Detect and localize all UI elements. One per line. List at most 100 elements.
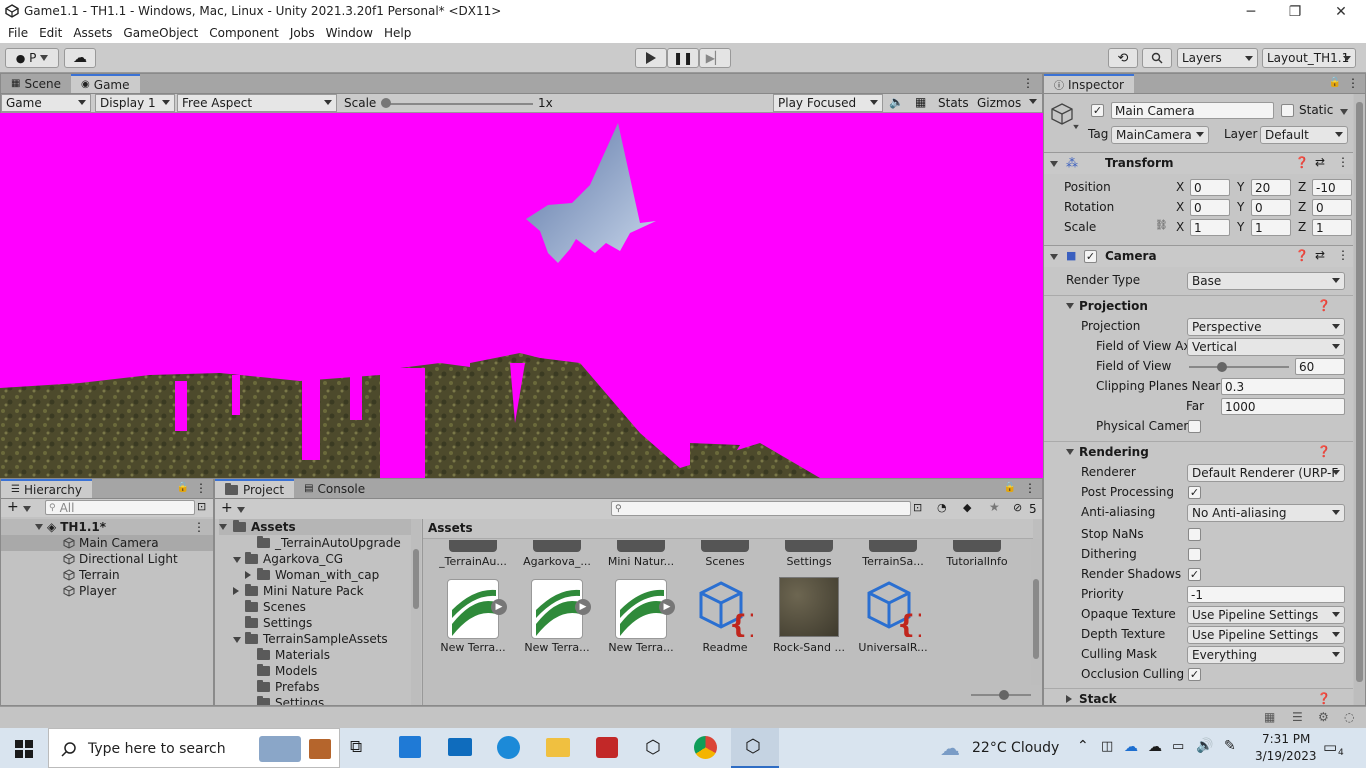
scale-y-input[interactable]: 1 [1251,219,1291,236]
tab-project[interactable]: Project [215,479,295,498]
inspector-scrollbar[interactable] [1354,94,1365,705]
play-button[interactable] [635,48,667,68]
tab-hierarchy[interactable]: ☰ Hierarchy [1,479,92,498]
restore-button[interactable]: ❐ [1272,0,1318,23]
cache-icon[interactable]: ☰ [1292,710,1303,724]
menu-help[interactable]: Help [384,26,411,40]
expand-arrow-icon[interactable] [1050,254,1058,260]
volume-icon[interactable]: 🔊 [1196,738,1213,754]
notifications-icon[interactable]: ▭ [1323,738,1337,756]
expand-arrow-icon[interactable] [1050,161,1058,167]
expand-arrow-icon[interactable] [233,552,245,566]
chevron-down-icon[interactable] [1073,124,1079,130]
asset-item[interactable]: ▶ New Terra... [433,575,513,665]
tree-item[interactable]: Settings [233,615,312,631]
play-icon[interactable]: ▶ [491,599,507,615]
assets-scrollbar[interactable] [1031,539,1041,685]
anti-aliasing-dropdown[interactable]: No Anti-aliasing [1187,504,1345,522]
file-explorer-icon[interactable] [546,738,570,757]
inspector-scrollbar-thumb[interactable] [1356,102,1363,682]
component-menu-icon[interactable]: ⋮ [1337,248,1349,262]
menu-window[interactable]: Window [326,26,373,40]
axis-label[interactable]: Z [1298,200,1306,214]
camera-tray-icon[interactable]: ◫ [1101,739,1113,754]
axis-label[interactable]: X [1176,220,1184,234]
expand-arrow-icon[interactable] [233,632,245,646]
position-x-input[interactable]: 0 [1190,179,1230,196]
lock-icon[interactable]: 🔒 [1329,77,1341,88]
profiler-icon[interactable]: ▦ [1264,710,1275,724]
mail-icon[interactable] [448,738,472,756]
stats-button[interactable]: Stats [938,96,969,110]
hierarchy-item-directional-light[interactable]: Directional Light [1,551,213,567]
cloud-button[interactable]: ☁ [64,48,96,68]
priority-input[interactable]: -1 [1187,586,1345,603]
rendering-section-header[interactable]: Rendering ❓ [1044,441,1353,461]
game-viewport[interactable] [0,113,1043,478]
tab-inspector[interactable]: ⓘ Inspector [1044,74,1134,93]
camera-header[interactable]: ■ ✓ Camera ❓ ⇄ ⋮ [1044,245,1353,267]
fov-input[interactable]: 60 [1295,358,1345,375]
hierarchy-item-main-camera[interactable]: Main Camera [1,535,213,551]
icon-size-slider-thumb[interactable] [999,690,1009,700]
scale-z-input[interactable]: 1 [1312,219,1352,236]
fov-slider-track[interactable] [1189,362,1289,372]
hierarchy-search-input[interactable]: ⚲ All [45,500,195,515]
scale-slider-thumb[interactable] [381,98,391,108]
menu-edit[interactable]: Edit [39,26,62,40]
account-button[interactable]: ● P [5,48,59,68]
lock-icon[interactable]: 🔒 [177,482,189,493]
stack-section-header[interactable]: Stack ❓ [1044,688,1353,705]
game-mode-dropdown[interactable]: Game [1,94,91,112]
projection-dropdown[interactable]: Perspective [1187,318,1345,336]
tree-item[interactable]: Agarkova_CG [233,551,343,567]
panel-menu-icon[interactable]: ⋮ [195,481,207,495]
pen-icon[interactable]: ✎ [1224,738,1236,754]
task-view-icon[interactable]: ⧉ [350,737,362,757]
culling-mask-dropdown[interactable]: Everything [1187,646,1345,664]
gizmos-button[interactable]: Gizmos [977,96,1021,110]
pause-button[interactable]: ❚❚ [667,48,699,68]
cloud-sync-icon[interactable]: ☁ [1148,739,1162,755]
tree-item[interactable]: Materials [245,647,330,663]
onedrive-icon[interactable]: ☁ [1124,739,1138,755]
panel-menu-icon[interactable]: ⋮ [1022,76,1034,90]
axis-label[interactable]: Z [1298,180,1306,194]
scene-menu-icon[interactable]: ⋮ [193,520,205,534]
projection-section-header[interactable]: Projection ❓ [1044,295,1353,315]
rotation-z-input[interactable]: 0 [1312,199,1352,216]
static-checkbox[interactable] [1281,104,1294,117]
tree-item[interactable]: Models [245,663,317,679]
play-icon[interactable]: ▶ [575,599,591,615]
network-icon[interactable]: ▭ [1172,739,1184,754]
physical-camera-checkbox[interactable] [1188,420,1201,433]
hierarchy-item-player[interactable]: Player [1,583,213,599]
post-processing-checkbox[interactable]: ✓ [1188,486,1201,499]
clock-time[interactable]: 7:31 PM [1262,732,1310,746]
expand-arrow-icon[interactable] [35,524,43,530]
tab-console[interactable]: ▤ Console [294,479,375,498]
asset-item[interactable]: {} Readme [685,575,765,665]
menu-gameobject[interactable]: GameObject [123,26,198,40]
dithering-checkbox[interactable] [1188,548,1201,561]
expand-arrow-icon[interactable] [233,584,245,598]
progress-icon[interactable]: ◌ [1344,710,1354,724]
opaque-texture-dropdown[interactable]: Use Pipeline Settings [1187,606,1345,624]
component-menu-icon[interactable]: ⋮ [1337,155,1349,169]
stop-nans-checkbox[interactable] [1188,528,1201,541]
position-y-input[interactable]: 20 [1251,179,1291,196]
chevron-down-icon[interactable] [237,507,245,513]
chevron-up-icon[interactable]: ⌃ [1077,738,1089,754]
unity-editor-taskbar-button[interactable]: ⬡ [731,728,779,768]
render-type-dropdown[interactable]: Base [1187,272,1345,290]
rotation-x-input[interactable]: 0 [1190,199,1230,216]
scene-row[interactable]: ◈ TH1.1* ⋮ [1,519,213,535]
transform-header[interactable]: ⁂ Transform ❓ ⇄ ⋮ [1044,152,1353,174]
step-button[interactable]: ▶▏ [699,48,731,68]
gizmos-chevron-icon[interactable] [1029,99,1037,104]
axis-label[interactable]: Y [1237,200,1244,214]
asset-item[interactable]: ▶ New Terra... [517,575,597,665]
menu-file[interactable]: File [8,26,28,40]
microsoft-store-icon[interactable] [399,736,421,758]
weather-text[interactable]: 22°C Cloudy [972,740,1059,756]
